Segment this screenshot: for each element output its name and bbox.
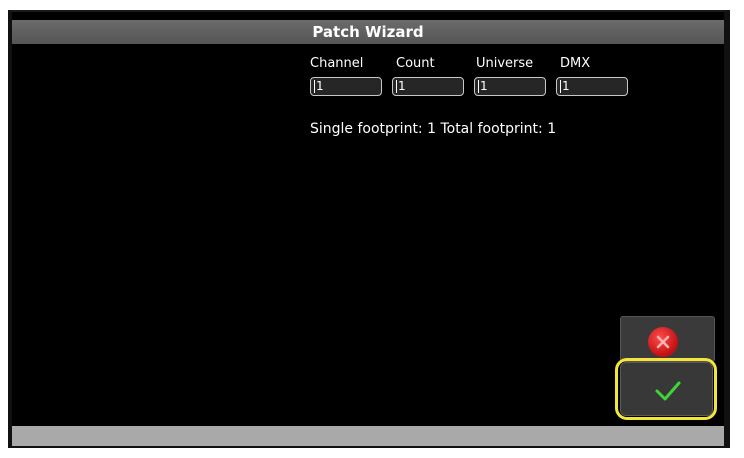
universe-value: 1 bbox=[480, 79, 488, 93]
channel-label: Channel bbox=[310, 56, 364, 71]
patch-wizard-window: Patch Wizard Channel 1 Count 1 Universe … bbox=[8, 10, 730, 448]
text-caret bbox=[396, 80, 397, 93]
footprint-summary: Single footprint: 1 Total footprint: 1 bbox=[310, 121, 557, 137]
universe-label: Universe bbox=[476, 56, 534, 71]
count-label: Count bbox=[396, 56, 435, 71]
count-value: 1 bbox=[398, 79, 406, 93]
cancel-button[interactable] bbox=[620, 316, 715, 362]
count-field[interactable]: 1 bbox=[392, 77, 464, 96]
status-bar bbox=[12, 426, 724, 446]
dmx-label: DMX bbox=[560, 56, 591, 71]
dmx-field[interactable]: 1 bbox=[556, 77, 628, 96]
dmx-value: 1 bbox=[562, 79, 570, 93]
channel-field[interactable]: 1 bbox=[310, 77, 382, 96]
text-caret bbox=[560, 80, 561, 93]
channel-value: 1 bbox=[316, 79, 324, 93]
text-caret bbox=[314, 80, 315, 93]
close-circle-icon bbox=[648, 327, 678, 357]
window-title: Patch Wizard bbox=[12, 20, 724, 44]
focus-highlight bbox=[615, 358, 717, 420]
text-caret bbox=[478, 80, 479, 93]
universe-field[interactable]: 1 bbox=[474, 77, 546, 96]
